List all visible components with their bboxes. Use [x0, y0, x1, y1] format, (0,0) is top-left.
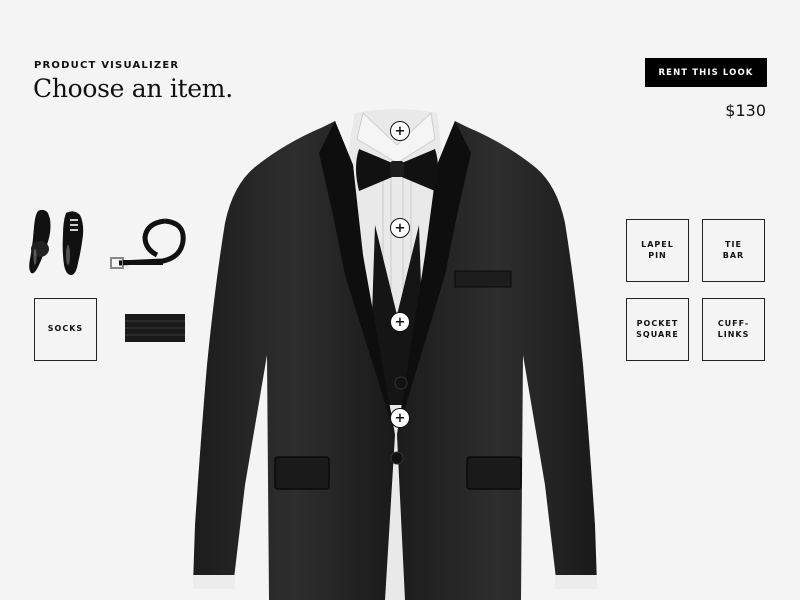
lapel-pin-option[interactable]: LAPEL PIN — [626, 219, 689, 282]
belt-thumbnail[interactable] — [105, 215, 187, 270]
tie-bar-option[interactable]: TIE BAR — [702, 219, 765, 282]
cufflinks-option[interactable]: CUFF- LINKS — [702, 298, 765, 361]
shirt-hotspot[interactable]: + — [390, 218, 410, 238]
collar-hotspot[interactable]: + — [390, 121, 410, 141]
price-label: $130 — [725, 101, 766, 120]
eyebrow-label: PRODUCT VISUALIZER — [34, 60, 180, 71]
cummerbund-thumbnail[interactable] — [124, 312, 186, 344]
shoes-thumbnail[interactable] — [28, 205, 93, 280]
belt-icon — [110, 218, 186, 269]
tuxedo-image — [185, 105, 605, 600]
pocket-square-option[interactable]: POCKET SQUARE — [626, 298, 689, 361]
rent-this-look-button[interactable]: RENT THIS LOOK — [645, 58, 767, 87]
socks-option[interactable]: SOCKS — [34, 298, 97, 361]
waist-hotspot[interactable]: + — [390, 408, 410, 428]
vest-hotspot[interactable]: + — [390, 312, 410, 332]
cummerbund-icon — [125, 314, 185, 342]
page-title: Choose an item. — [33, 74, 233, 103]
shoes-icon — [29, 209, 84, 275]
